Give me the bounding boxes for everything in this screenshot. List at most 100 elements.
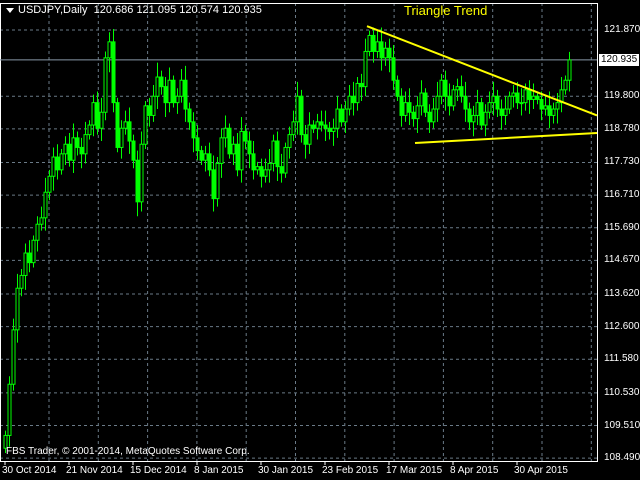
candle-body	[171, 79, 176, 104]
candle-body	[183, 79, 188, 110]
candle-body	[115, 102, 120, 148]
candle-body	[203, 153, 208, 161]
candle-body	[563, 79, 568, 91]
candle-body	[295, 95, 300, 123]
candle-body	[351, 95, 356, 104]
price-tick-label: 121.870	[604, 24, 640, 35]
date-tick-label: 8 Jan 2015	[194, 465, 244, 476]
candle-body	[71, 137, 76, 161]
price-tick-label: 114.670	[604, 254, 640, 266]
candle-body	[335, 108, 340, 129]
candle-body	[55, 156, 60, 171]
candle-body	[531, 95, 536, 100]
candle-body	[331, 127, 336, 132]
candle-body	[471, 114, 476, 123]
candle-body	[271, 140, 276, 164]
candle-body	[375, 41, 380, 52]
candle-body	[435, 95, 440, 110]
candle-body	[99, 111, 104, 129]
candle-body	[207, 153, 212, 171]
candle-body	[31, 239, 36, 264]
current-price-label: 120.935	[599, 54, 640, 66]
candle-body	[263, 169, 268, 177]
price-tick-label: 119.800	[604, 90, 640, 102]
candle-body	[307, 124, 312, 145]
price-chart[interactable]	[0, 0, 640, 480]
candle-body	[23, 252, 28, 276]
date-tick-label: 21 Nov 2014	[66, 465, 123, 476]
candle-body	[227, 127, 232, 155]
candle-body	[379, 41, 384, 59]
candle-body	[251, 153, 256, 171]
candle-body	[363, 50, 368, 88]
price-tick-label: 117.730	[604, 156, 640, 168]
candle-body	[343, 108, 348, 123]
candle-body	[19, 274, 24, 289]
candle-body	[139, 143, 144, 203]
candle-body	[395, 79, 400, 97]
candle-body	[319, 121, 324, 126]
candle-body	[7, 383, 12, 436]
trendline-lower	[414, 132, 598, 144]
candle-body	[259, 166, 264, 177]
candle-body	[459, 86, 464, 97]
copyright-text: FBS Trader, © 2001-2014, MetaQuotes Soft…	[6, 446, 250, 457]
candle-body	[371, 34, 376, 52]
candle-body	[159, 76, 164, 88]
date-tick-label: 23 Feb 2015	[322, 465, 379, 476]
candle-body	[47, 175, 52, 193]
candle-body	[247, 140, 252, 155]
candle-body	[535, 95, 540, 100]
candle-body	[495, 95, 500, 110]
candle-body	[147, 105, 152, 116]
date-tick-label: 30 Oct 2014	[2, 465, 57, 476]
price-tick-label: 108.490	[604, 452, 640, 464]
candle-body	[199, 150, 204, 161]
candle-body	[39, 217, 44, 225]
date-tick-label: 8 Apr 2015	[450, 465, 499, 476]
candle-body	[187, 108, 192, 123]
candle-body	[463, 95, 468, 110]
dropdown-triangle-icon[interactable]	[6, 7, 14, 13]
price-tick-label: 118.780	[604, 122, 640, 134]
candle-body	[239, 130, 244, 171]
candle-body	[267, 162, 272, 171]
candle-body	[355, 82, 360, 104]
candle-body	[11, 329, 16, 385]
candle-body	[567, 59, 572, 81]
candle-body	[347, 95, 352, 110]
candle-body	[359, 82, 364, 88]
candle-body	[287, 134, 292, 148]
candle-body	[423, 92, 428, 113]
candle-body	[483, 111, 488, 126]
price-tick-label: 109.510	[604, 419, 640, 431]
date-tick-label: 15 Dec 2014	[130, 465, 187, 476]
candle-body	[235, 143, 240, 171]
date-tick-label: 30 Jan 2015	[258, 465, 314, 476]
candle-body	[479, 102, 484, 126]
candle-body	[123, 121, 128, 129]
candle-body	[391, 57, 396, 81]
candle-body	[219, 137, 224, 164]
candle-body	[119, 127, 124, 148]
candle-body	[135, 159, 140, 203]
candle-body	[27, 252, 32, 264]
candle-body	[243, 130, 248, 142]
candle-body	[403, 102, 408, 116]
candle-body	[323, 124, 328, 129]
date-tick-label: 17 Mar 2015	[386, 465, 443, 476]
candle-body	[455, 86, 460, 91]
candle-body	[107, 41, 112, 59]
candle-body	[503, 108, 508, 116]
candle-body	[387, 47, 392, 59]
candle-body	[339, 108, 344, 123]
candle-body	[299, 95, 304, 136]
candle-body	[83, 134, 88, 155]
symbol-label: USDJPY,Daily	[18, 4, 88, 16]
candle-body	[515, 92, 520, 104]
candle-body	[511, 92, 516, 97]
candle-body	[439, 79, 444, 97]
candle-body	[291, 121, 296, 136]
candle-body	[231, 143, 236, 155]
candle-body	[407, 102, 412, 113]
